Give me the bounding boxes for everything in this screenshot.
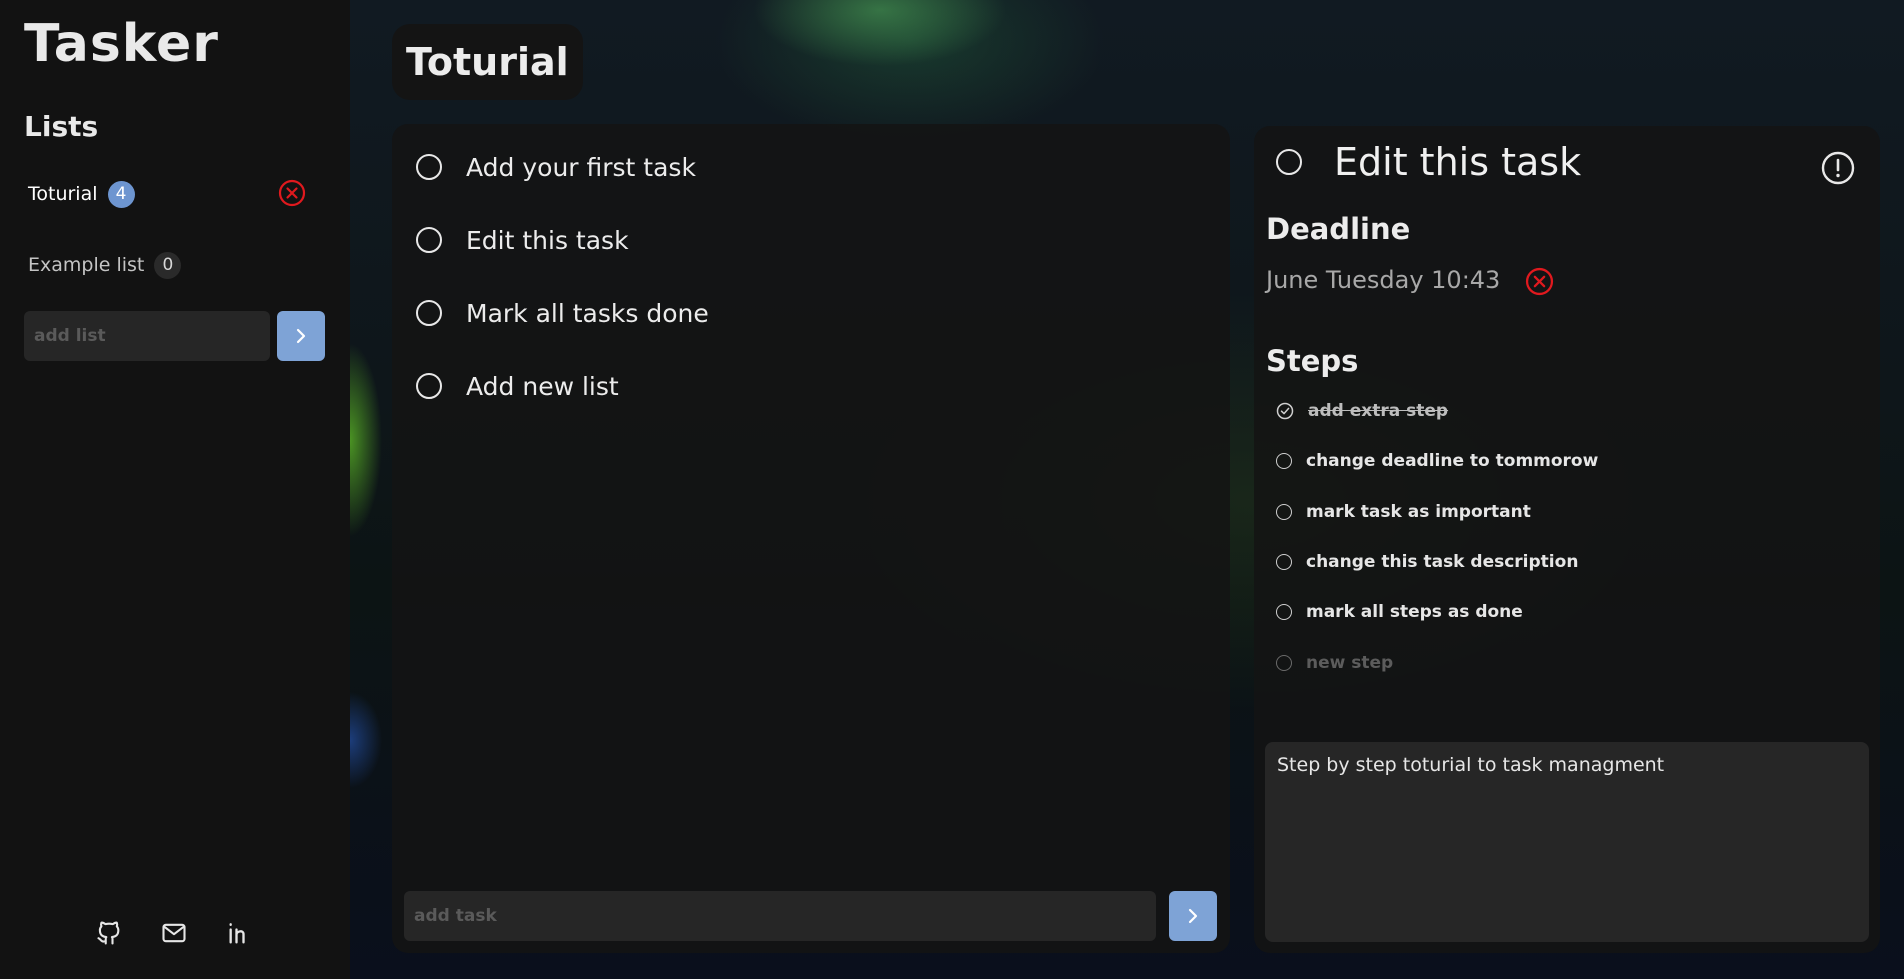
- task-label: Mark all tasks done: [466, 298, 709, 328]
- step-label: add extra step: [1308, 401, 1449, 421]
- steps-heading: Steps: [1266, 344, 1359, 378]
- linkedin-icon: [229, 923, 245, 944]
- task-item[interactable]: Add your first task: [416, 147, 696, 187]
- new-step-row: [1276, 650, 1606, 676]
- task-item[interactable]: Edit this task: [416, 220, 629, 260]
- add-list-button[interactable]: [277, 311, 325, 361]
- step-label: change deadline to tommorow: [1306, 451, 1599, 471]
- mail-icon: [162, 923, 186, 943]
- task-count-badge: 0: [154, 251, 182, 279]
- task-detail-header: Edit this task: [1276, 140, 1581, 184]
- list-name: Toturial: [28, 183, 98, 205]
- github-link[interactable]: [94, 918, 124, 948]
- add-list-form: [24, 311, 270, 361]
- list-name: Example list: [28, 254, 145, 276]
- task-count-badge: 4: [107, 180, 135, 208]
- step-item[interactable]: add extra step: [1276, 398, 1448, 424]
- task-checkbox[interactable]: [416, 373, 442, 399]
- step-checkbox[interactable]: [1276, 604, 1292, 620]
- sidebar-item-toturial[interactable]: Toturial 4: [28, 178, 318, 210]
- task-complete-checkbox[interactable]: [1276, 149, 1302, 175]
- task-list-panel: Add your first task Edit this task Mark …: [392, 124, 1230, 953]
- step-item[interactable]: mark task as important: [1276, 499, 1531, 525]
- add-task-input[interactable]: [404, 891, 1156, 941]
- task-item[interactable]: Mark all tasks done: [416, 293, 709, 333]
- step-checkbox[interactable]: [1276, 554, 1292, 570]
- step-item[interactable]: change this task description: [1276, 549, 1578, 575]
- add-list-input[interactable]: [24, 311, 270, 361]
- task-checkbox[interactable]: [416, 227, 442, 253]
- step-label: mark task as important: [1306, 502, 1531, 522]
- step-checkbox[interactable]: [1276, 453, 1292, 469]
- step-label: mark all steps as done: [1306, 602, 1523, 622]
- list-title: Toturial: [392, 24, 583, 100]
- step-item[interactable]: mark all steps as done: [1276, 599, 1523, 625]
- add-task-button[interactable]: [1169, 891, 1217, 941]
- task-description[interactable]: Step by step toturial to task managment: [1265, 742, 1869, 942]
- deadline-heading: Deadline: [1266, 212, 1411, 246]
- chevron-right-icon: [1188, 908, 1198, 924]
- chevron-right-icon: [296, 328, 306, 344]
- mail-link[interactable]: [159, 918, 189, 948]
- new-step-input[interactable]: [1306, 653, 1606, 673]
- new-step-circle: [1276, 655, 1292, 671]
- linkedin-link[interactable]: [225, 918, 255, 948]
- task-label: Edit this task: [466, 225, 629, 255]
- delete-list-icon[interactable]: [278, 179, 306, 207]
- task-detail-panel: Edit this task Deadline June Tuesday 10:…: [1254, 126, 1880, 953]
- remove-deadline-icon[interactable]: [1525, 267, 1554, 296]
- lists-heading: Lists: [24, 110, 99, 143]
- sidebar-item-example-list[interactable]: Example list 0: [28, 249, 318, 281]
- step-label: change this task description: [1306, 552, 1579, 572]
- check-circle-icon[interactable]: [1276, 402, 1294, 420]
- deadline-value[interactable]: June Tuesday 10:43: [1266, 266, 1500, 294]
- task-checkbox[interactable]: [416, 154, 442, 180]
- github-icon: [97, 921, 120, 945]
- task-label: Add new list: [466, 371, 619, 401]
- app-title: Tasker: [24, 14, 219, 74]
- important-icon[interactable]: [1820, 150, 1856, 186]
- step-item[interactable]: change deadline to tommorow: [1276, 448, 1598, 474]
- task-label: Add your first task: [466, 152, 696, 182]
- task-checkbox[interactable]: [416, 300, 442, 326]
- task-item[interactable]: Add new list: [416, 366, 619, 406]
- sidebar: Tasker Lists Toturial 4 Example list 0: [0, 0, 350, 979]
- task-title[interactable]: Edit this task: [1334, 140, 1581, 184]
- step-checkbox[interactable]: [1276, 504, 1292, 520]
